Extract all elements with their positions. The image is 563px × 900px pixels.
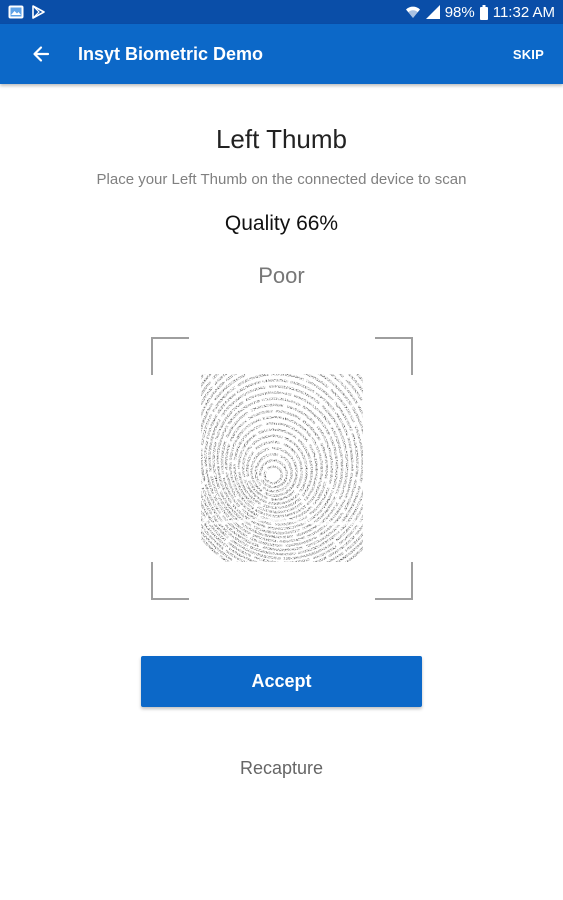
clock: 11:32 AM bbox=[492, 3, 555, 21]
back-button[interactable] bbox=[14, 24, 68, 84]
scan-frame bbox=[151, 337, 413, 600]
signal-icon bbox=[425, 5, 440, 19]
quality-rating: Poor bbox=[258, 263, 305, 288]
fingerprint-image bbox=[201, 374, 363, 562]
arrow-back-icon bbox=[33, 46, 50, 62]
recapture-button[interactable]: Recapture bbox=[180, 752, 383, 784]
wifi-icon bbox=[405, 5, 421, 19]
accept-button[interactable]: Accept bbox=[141, 656, 422, 707]
status-bar-right: 98% 11:32 AM bbox=[405, 4, 555, 21]
status-bar-left bbox=[8, 5, 45, 19]
finger-title: Left Thumb bbox=[215, 124, 348, 154]
app-title: Insyt Biometric Demo bbox=[78, 43, 264, 64]
skip-button[interactable]: SKIP bbox=[513, 47, 544, 62]
battery-icon bbox=[479, 4, 488, 20]
battery-percent: 98% bbox=[444, 3, 475, 21]
frame-corner-top-right bbox=[375, 337, 413, 375]
quality-score: Quality 66% bbox=[224, 212, 339, 235]
frame-corner-top-left bbox=[151, 337, 189, 375]
status-bar: 98% 11:32 AM bbox=[0, 0, 563, 24]
gallery-icon bbox=[8, 5, 24, 19]
frame-corner-bottom-right bbox=[375, 562, 413, 600]
app-bar: Insyt Biometric Demo SKIP bbox=[0, 24, 563, 84]
scan-instruction: Place your Left Thumb on the connected d… bbox=[96, 171, 467, 188]
play-store-icon bbox=[32, 5, 45, 19]
frame-corner-bottom-left bbox=[151, 562, 189, 600]
fingerprint-ridges bbox=[201, 374, 363, 562]
